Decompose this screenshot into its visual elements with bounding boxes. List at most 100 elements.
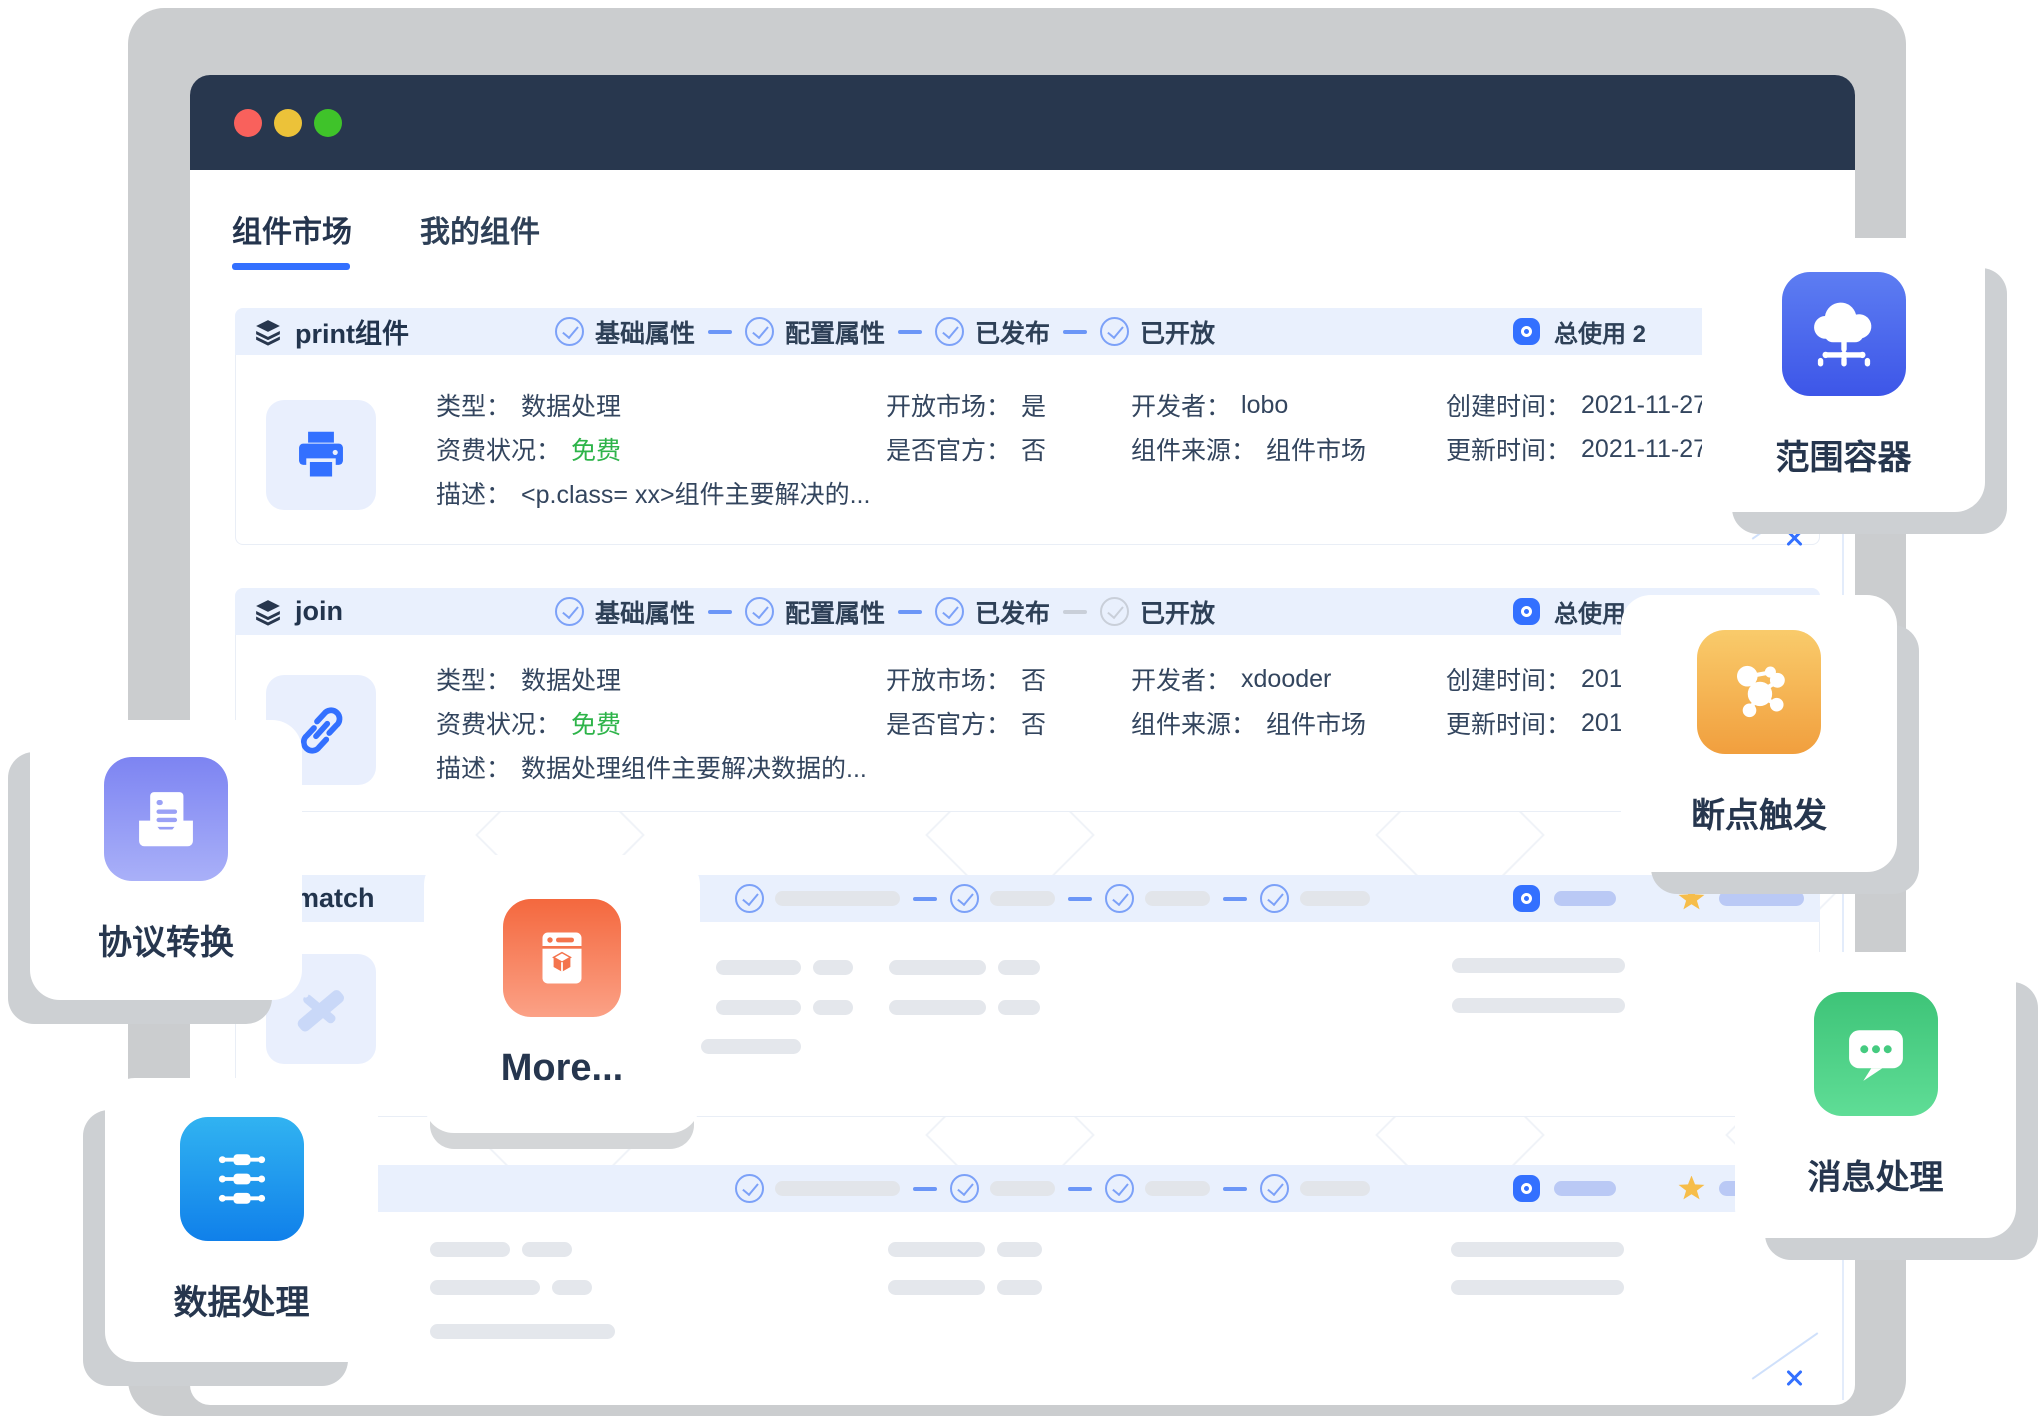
tab-my-components[interactable]: 我的组件 — [420, 207, 540, 251]
type-value: 数据处理 — [521, 387, 621, 423]
tab-component-market[interactable]: 组件市场 — [232, 207, 352, 251]
floating-card-message-processing[interactable]: 消息处理 — [1735, 952, 2016, 1238]
field-col-1: 类型：数据处理 资费状况：免费 描述：数据处理组件主要解决数据的... — [436, 657, 867, 789]
floating-card-label: 消息处理 — [1808, 1150, 1944, 1199]
check-icon — [950, 1174, 979, 1203]
step-connector — [708, 330, 732, 334]
eye-icon — [1513, 598, 1540, 625]
check-icon — [1100, 597, 1129, 626]
skeleton-pill — [775, 891, 900, 906]
skeleton-pill — [1145, 1181, 1210, 1196]
traffic-light-minimize[interactable] — [274, 109, 302, 137]
traffic-light-close[interactable] — [234, 109, 262, 137]
check-icon — [1260, 1174, 1289, 1203]
step-published: 已发布 — [935, 594, 1050, 630]
skeleton-pill — [1300, 891, 1370, 906]
check-icon — [935, 317, 964, 346]
floating-card-scope-container[interactable]: 范围容器 — [1702, 238, 1985, 512]
step-skeleton — [950, 1174, 1055, 1203]
skeleton-pill — [716, 1000, 801, 1015]
field-col-3: 开发者：lobo 组件来源：组件市场 — [1131, 383, 1366, 471]
card-steps-skeleton — [735, 875, 1370, 922]
skeleton-pill — [1451, 1242, 1624, 1257]
field-col-1: 类型：数据处理 资费状况：免费 描述：<p.class= xx>组件主要解决的.… — [436, 383, 870, 515]
card-header-skeleton[interactable] — [235, 1165, 1820, 1212]
card-stats-skeleton — [1513, 875, 1804, 922]
traffic-light-zoom[interactable] — [314, 109, 342, 137]
floating-card-breakpoint-trigger[interactable]: 断点触发 — [1621, 595, 1897, 872]
close-icon[interactable] — [1783, 527, 1805, 549]
step-open: 已开放 — [1100, 314, 1215, 350]
skeleton-pill — [990, 1181, 1055, 1196]
step-skeleton — [735, 1174, 900, 1203]
step-skeleton — [1260, 1174, 1370, 1203]
check-icon — [555, 317, 584, 346]
browser-box-icon — [503, 899, 621, 1017]
skeleton-pill — [775, 1181, 900, 1196]
close-icon[interactable] — [1783, 1367, 1805, 1389]
step-basic: 基础属性 — [555, 594, 695, 630]
step-config: 配置属性 — [745, 314, 885, 350]
step-connector — [1063, 330, 1087, 334]
step-skeleton — [950, 884, 1055, 913]
eye-icon — [1513, 318, 1540, 345]
card-title-text: print组件 — [295, 312, 409, 351]
card-header-print[interactable]: print组件 基础属性 配置属性 已发布 已开放 总使用 2 总评 — [235, 308, 1820, 355]
card-body-print[interactable]: 类型：数据处理 资费状况：免费 描述：<p.class= xx>组件主要解决的.… — [235, 355, 1820, 545]
step-config: 配置属性 — [745, 594, 885, 630]
chat-bubble-icon — [1814, 992, 1938, 1116]
check-icon — [745, 597, 774, 626]
skeleton-pill — [1451, 1280, 1624, 1295]
desc-value: <p.class= xx>组件主要解决的... — [521, 475, 870, 511]
skeleton-pill — [716, 960, 801, 975]
check-icon — [1105, 1174, 1134, 1203]
floating-card-label: 范围容器 — [1776, 430, 1912, 479]
star-icon — [1678, 1176, 1705, 1202]
card-title-text: match — [295, 883, 375, 914]
skeleton-pill — [430, 1242, 510, 1257]
card-title-text: join — [295, 596, 343, 627]
floating-card-more[interactable]: More... — [424, 855, 700, 1133]
card-body-skeleton[interactable] — [235, 1212, 1820, 1365]
check-icon — [1100, 317, 1129, 346]
inbox-document-icon — [104, 757, 228, 881]
skeleton-pill — [1145, 891, 1210, 906]
card-title-join: join — [253, 588, 343, 635]
fee-value: 免费 — [571, 431, 621, 467]
check-icon — [950, 884, 979, 913]
usage-count: 总使用 2 — [1554, 314, 1646, 349]
card-body-join[interactable]: 类型：数据处理 资费状况：免费 描述：数据处理组件主要解决数据的... 开放市场… — [235, 635, 1820, 812]
step-connector — [913, 897, 937, 901]
skeleton-pill — [552, 1280, 592, 1295]
card-steps: 基础属性 配置属性 已发布 已开放 — [555, 588, 1215, 635]
skeleton-pill — [997, 1280, 1042, 1295]
floating-card-protocol-conversion[interactable]: 协议转换 — [30, 720, 302, 1000]
step-connector — [708, 610, 732, 614]
check-icon — [935, 597, 964, 626]
check-icon — [1105, 884, 1134, 913]
skeleton-pill — [1300, 1181, 1370, 1196]
step-connector — [1063, 610, 1087, 614]
skeleton-pill — [701, 1039, 801, 1054]
check-icon — [735, 884, 764, 913]
skeleton-pill — [1719, 891, 1804, 906]
layers-icon — [253, 597, 283, 627]
card-header-join[interactable]: join 基础属性 配置属性 已发布 已开放 总使用 6 总评 — [235, 588, 1820, 635]
step-connector — [1223, 897, 1247, 901]
step-connector — [1223, 1187, 1247, 1191]
floating-card-label: 数据处理 — [174, 1275, 310, 1324]
app-window: 组件市场 我的组件 print组件 基础属性 — [190, 75, 1855, 1405]
step-connector — [913, 1187, 937, 1191]
field-col-2: 开放市场：否 是否官方：否 — [886, 657, 1046, 745]
component-icon-box — [266, 400, 376, 510]
card-steps: 基础属性 配置属性 已发布 已开放 — [555, 308, 1215, 355]
check-icon — [555, 597, 584, 626]
skeleton-pill — [1554, 891, 1616, 906]
step-skeleton — [1105, 884, 1210, 913]
step-published: 已发布 — [935, 314, 1050, 350]
printer-icon — [290, 424, 352, 486]
eye-icon — [1513, 885, 1540, 912]
floating-card-data-processing[interactable]: 数据处理 — [105, 1078, 378, 1362]
step-skeleton — [1260, 884, 1370, 913]
skeleton-pill — [997, 1242, 1042, 1257]
